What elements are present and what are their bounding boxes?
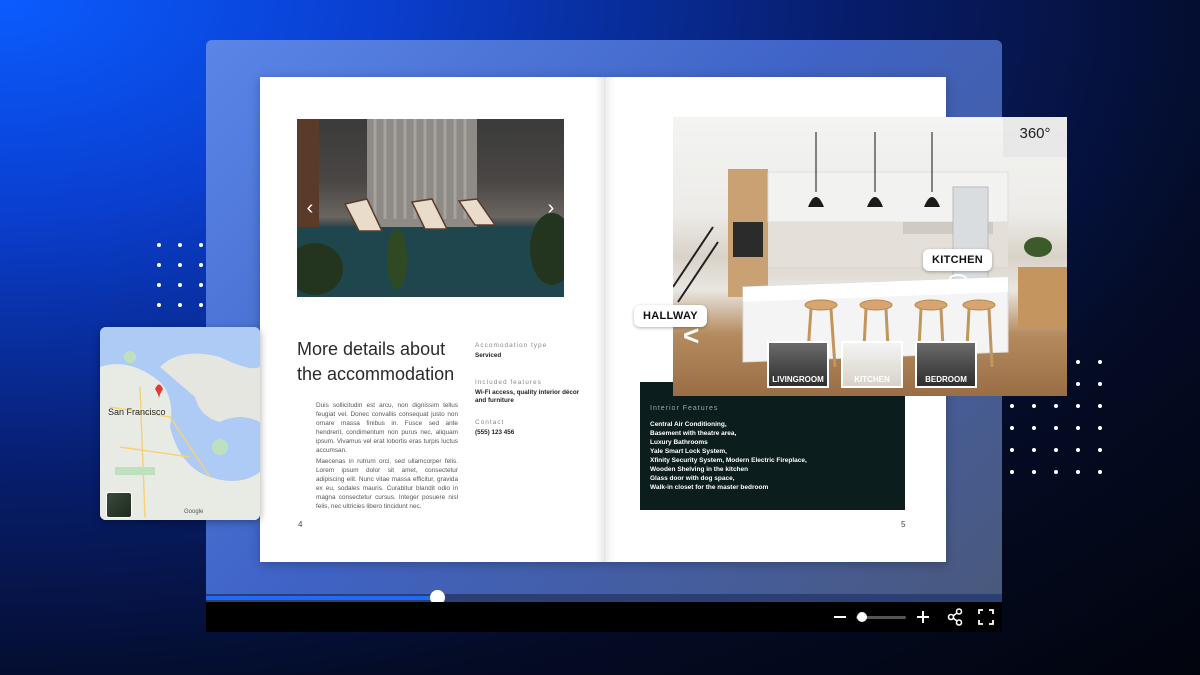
accommodation-type: Accomodation type Serviced [475,342,580,360]
body-paragraph-1: Duis sollicitudin est arcu, non dignissi… [316,402,458,455]
map-city-label: San Francisco [108,407,166,417]
page-title: More details about the accommodation [297,339,455,384]
accommodation-type-label: Accomodation type [475,342,548,349]
location-map[interactable]: San Francisco Google [100,327,260,520]
interior-feature-item: Glass door with dog space, [650,475,735,482]
interior-feature-item: Walk-in closet for the master bedroom [650,484,769,491]
contact-value: (555) 123 456 [475,429,515,436]
contact-info: Contact (555) 123 456 [475,419,580,437]
room-thumbnails: LIVINGROOM KITCHEN BEDROOM [767,341,977,388]
body-paragraph-2: Maecenas in rutrum orci, sed ullamcorper… [316,458,458,511]
page-number-right: 5 [901,520,906,529]
pool-photo-slider[interactable]: ‹ › [297,119,564,297]
360-view-badge[interactable]: 360° [1003,117,1067,157]
interior-feature-item: Xfinity Security System, Modern Electric… [650,457,807,464]
map-layers-button[interactable] [106,492,132,518]
slider-next-arrow[interactable]: › [542,197,560,219]
thumbnail-kitchen[interactable]: KITCHEN [841,341,903,388]
share-icon[interactable] [947,608,963,626]
interior-features-box: Interior Features Central Air Conditioni… [640,382,905,510]
contact-label: Contact [475,419,505,426]
thumbnail-bedroom[interactable]: BEDROOM [915,341,977,388]
accommodation-type-value: Serviced [475,352,502,359]
interior-feature-item: Basement with theatre area, [650,430,737,437]
interior-features-label: Interior Features [650,405,719,412]
thumbnail-livingroom[interactable]: LIVINGROOM [767,341,829,388]
included-features-label: Included features [475,379,542,386]
zoom-out-icon[interactable] [832,608,848,626]
google-attribution: Google [184,509,204,515]
book-spine [595,77,615,562]
zoom-in-icon[interactable] [915,608,931,626]
interior-feature-item: Luxury Bathrooms [650,439,708,446]
slider-prev-arrow[interactable]: ‹ [301,197,319,219]
thumbnail-label: BEDROOM [925,375,967,384]
zoom-slider-handle[interactable] [857,612,867,622]
hotspot-kitchen[interactable]: KITCHEN [923,249,992,271]
interior-features-list: Central Air Conditioning, Basement with … [650,420,807,492]
page-seek-bar[interactable] [206,590,1002,605]
thumbnail-label: KITCHEN [854,375,890,384]
hotspot-hallway[interactable]: HALLWAY [634,305,707,327]
thumbnail-label: LIVINGROOM [772,375,824,384]
page-number-left: 4 [298,520,303,529]
interior-feature-item: Wooden Shelving in the kitchen [650,466,749,473]
pool-photo [297,119,564,297]
360-label: 360° [1019,125,1051,142]
interior-feature-item: Yale Smart Lock System, [650,448,727,455]
fullscreen-icon[interactable] [978,608,994,626]
viewer-toolbar [206,602,1002,632]
hotspot-kitchen-marker[interactable] [949,274,967,284]
seek-bar-progress [206,596,437,600]
interior-feature-item: Central Air Conditioning, [650,421,727,428]
included-features: Included features Wi-Fi access, quality … [475,379,580,405]
included-features-value: Wi-Fi access, quality interior décor and… [475,389,580,404]
virtual-tour-360[interactable]: 360° KITCHEN < LIVINGROOM KITCHEN BEDROO… [673,117,1067,396]
